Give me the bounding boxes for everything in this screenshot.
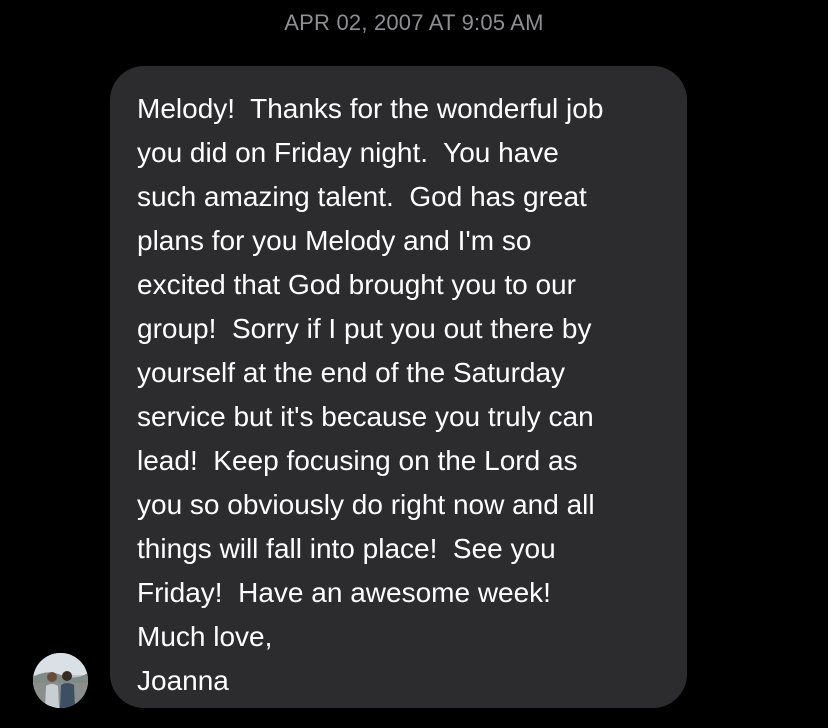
message-line: Joanna (137, 665, 229, 696)
message-line: Much love, (137, 621, 273, 652)
message-line: excited that God brought you to our (137, 269, 576, 300)
message-bubble[interactable]: Melody! Thanks for the wonderful job you… (110, 66, 687, 708)
message-line: yourself at the end of the Saturday (137, 357, 566, 388)
sender-avatar[interactable] (33, 653, 88, 708)
message-line: plans for you Melody and I'm so (137, 225, 532, 256)
message-line: you did on Friday night. You have (137, 137, 559, 168)
message-timestamp: APR 02, 2007 AT 9:05 AM (284, 10, 544, 35)
message-line: such amazing talent. God has great (137, 181, 587, 212)
message-line: service but it's because you truly can (137, 401, 594, 432)
message-line: group! Sorry if I put you out there by (137, 313, 592, 344)
person-photo-avatar-icon (33, 653, 88, 708)
message-line: things will fall into place! See you (137, 533, 556, 564)
message-line: Friday! Have an awesome week! (137, 577, 551, 608)
message-line: Melody! Thanks for the wonderful job (137, 93, 604, 124)
message-line: you so obviously do right now and all (137, 489, 595, 520)
message-line: lead! Keep focusing on the Lord as (137, 445, 578, 476)
